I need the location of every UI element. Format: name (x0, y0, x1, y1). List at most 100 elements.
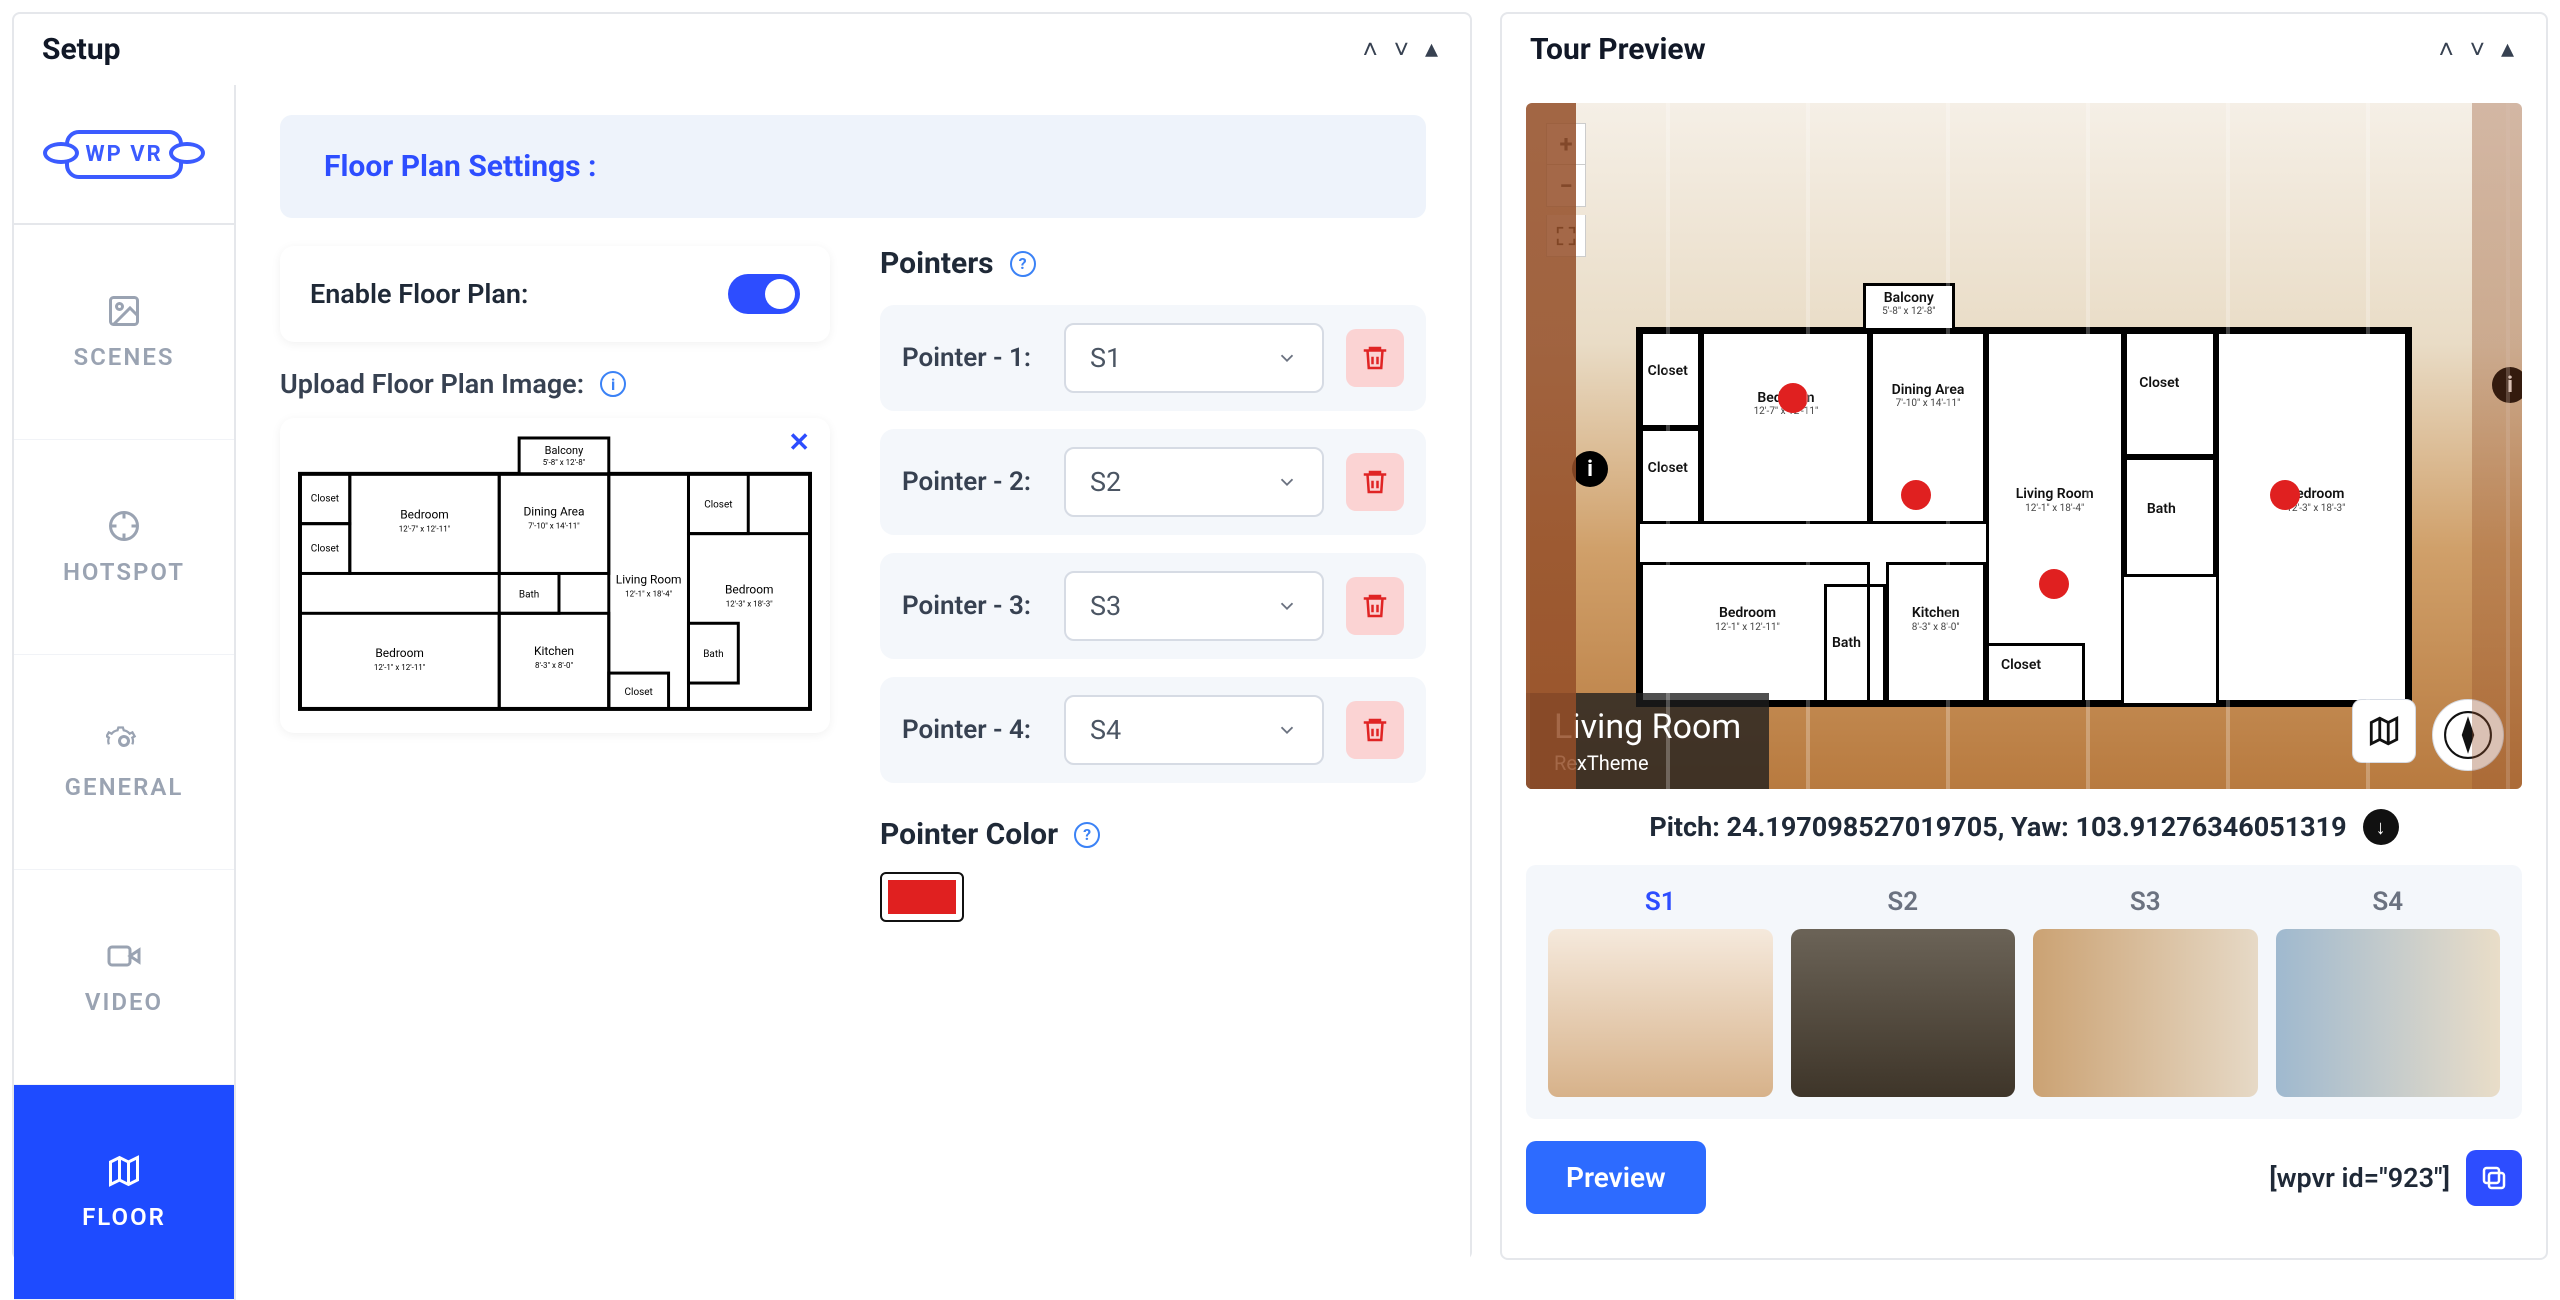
pointer-row: Pointer - 1: S1 (880, 305, 1426, 411)
triangle-up-icon[interactable]: ▴ (1421, 30, 1442, 69)
chevron-down-icon[interactable]: ˅ (1390, 30, 1413, 69)
pointer-select[interactable]: S4 (1064, 695, 1324, 765)
svg-text:Bedroom: Bedroom (400, 508, 449, 522)
svg-text:Living Room: Living Room (616, 572, 682, 586)
pointer-select[interactable]: S2 (1064, 447, 1324, 517)
map-icon (106, 1153, 142, 1189)
svg-text:Dining Area: Dining Area (523, 505, 584, 519)
pointer-select-value: S1 (1090, 342, 1121, 374)
copy-shortcode-button[interactable] (2466, 1150, 2522, 1206)
svg-text:8'-3" x 8'-0": 8'-3" x 8'-0" (535, 661, 573, 670)
pointer-color-swatch[interactable] (880, 872, 964, 922)
nav-video[interactable]: VIDEO (14, 870, 234, 1085)
chevron-up-icon[interactable]: ˄ (2435, 30, 2458, 69)
pointer-select-value: S2 (1090, 466, 1121, 498)
svg-text:12'-1" x 12'-11": 12'-1" x 12'-11" (374, 663, 426, 672)
tour-preview-panel: Tour Preview ˄ ˅ ▴ + − i i Balcony5'-8" … (1500, 12, 2548, 1260)
svg-text:Bedroom: Bedroom (725, 582, 774, 596)
svg-text:12'-3" x 18'-3": 12'-3" x 18'-3" (726, 599, 773, 608)
fullscreen-button[interactable] (1546, 215, 1586, 257)
delete-pointer-button[interactable] (1346, 329, 1404, 387)
scene-author: RexTheme (1554, 751, 1741, 775)
pointers-title: Pointers (880, 246, 994, 281)
svg-text:Closet: Closet (311, 494, 339, 505)
nav-floor[interactable]: FLOOR (14, 1085, 234, 1300)
zoom-in-button[interactable]: + (1546, 123, 1586, 165)
delete-pointer-button[interactable] (1346, 453, 1404, 511)
nav-hotspot[interactable]: HOTSPOT (14, 440, 234, 655)
nav-general-label: GENERAL (65, 773, 184, 801)
compass-icon[interactable] (2432, 699, 2504, 771)
enable-toggle[interactable] (728, 274, 800, 314)
nav-scenes[interactable]: SCENES (14, 225, 234, 440)
upload-label: Upload Floor Plan Image: (280, 368, 584, 400)
svg-text:Balcony: Balcony (545, 444, 584, 457)
pointer-label: Pointer - 2: (902, 466, 1042, 499)
preview-button[interactable]: Preview (1526, 1141, 1706, 1214)
scene-caption: Living Room RexTheme (1526, 693, 1769, 789)
scene-thumb[interactable]: S2 (1791, 887, 2016, 1097)
svg-text:Bath: Bath (519, 589, 539, 600)
floor-pointer[interactable] (1778, 383, 1808, 413)
panorama-viewer[interactable]: + − i i Balcony5'-8" x 12'-8" Closet Clo… (1526, 103, 2522, 789)
nav-general[interactable]: GENERAL (14, 655, 234, 870)
pointer-label: Pointer - 1: (902, 342, 1042, 375)
delete-pointer-button[interactable] (1346, 701, 1404, 759)
nav-video-label: VIDEO (85, 988, 163, 1016)
svg-text:Closet: Closet (704, 500, 732, 511)
triangle-up-icon[interactable]: ▴ (2497, 30, 2518, 69)
enable-card: Enable Floor Plan: (280, 246, 830, 342)
enable-label: Enable Floor Plan: (310, 278, 528, 310)
image-icon (106, 293, 142, 329)
info-icon[interactable]: ? (1074, 822, 1100, 848)
zoom-out-button[interactable]: − (1546, 165, 1586, 207)
scene-thumb[interactable]: S1 (1548, 887, 1773, 1097)
info-icon[interactable]: i (600, 371, 626, 397)
side-nav: WP VR SCENES HOTSPOT GENERAL VIDEO FLOOR (14, 85, 236, 1300)
gear-icon (106, 723, 142, 759)
pointer-select[interactable]: S3 (1064, 571, 1324, 641)
video-icon (106, 938, 142, 974)
logo-text: WP VR (65, 130, 182, 179)
map-toggle-button[interactable] (2352, 699, 2416, 763)
scene-title: Living Room (1554, 707, 1741, 747)
nav-floor-label: FLOOR (82, 1203, 166, 1231)
remove-image-icon[interactable]: ✕ (788, 428, 810, 458)
floor-pointer[interactable] (2270, 480, 2300, 510)
hotspot-info-icon[interactable]: i (2492, 367, 2522, 403)
chevron-down-icon (1276, 719, 1298, 741)
scene-thumb-label: S1 (1645, 887, 1676, 917)
floor-pointer[interactable] (2039, 569, 2069, 599)
scene-thumb[interactable]: S3 (2033, 887, 2258, 1097)
svg-text:12'-7" x 12'-11": 12'-7" x 12'-11" (399, 525, 451, 534)
chevron-down-icon (1276, 471, 1298, 493)
delete-pointer-button[interactable] (1346, 577, 1404, 635)
pointer-select[interactable]: S1 (1064, 323, 1324, 393)
scene-thumb-image (2033, 929, 2258, 1097)
svg-text:Closet: Closet (311, 544, 339, 555)
scene-thumbnails: S1 S2 S3 S4 (1526, 865, 2522, 1119)
arrow-down-icon[interactable]: ↓ (2363, 809, 2399, 845)
nav-hotspot-label: HOTSPOT (63, 558, 185, 586)
pointer-select-value: S4 (1090, 714, 1121, 746)
svg-text:Bedroom: Bedroom (375, 646, 424, 660)
preview-title: Tour Preview (1530, 32, 1706, 67)
floor-plan-overlay: Balcony5'-8" x 12'-8" Closet Closet Bedr… (1636, 327, 2412, 707)
chevron-up-icon[interactable]: ˄ (1359, 30, 1382, 69)
scene-thumb[interactable]: S4 (2276, 887, 2501, 1097)
svg-text:Kitchen: Kitchen (534, 644, 574, 658)
section-title: Floor Plan Settings : (280, 115, 1426, 218)
floor-pointer[interactable] (1901, 480, 1931, 510)
floor-settings-content: Floor Plan Settings : Enable Floor Plan:… (236, 85, 1470, 1300)
floor-plan-thumbnail: ✕ Balcony 5'-8" x 12'-8" Closet Closet B… (280, 418, 830, 733)
setup-title: Setup (42, 32, 121, 67)
pointer-row: Pointer - 2: S2 (880, 429, 1426, 535)
chevron-down-icon[interactable]: ˅ (2466, 30, 2489, 69)
nav-scenes-label: SCENES (73, 343, 174, 371)
pitch-yaw-readout: Pitch: 24.197098527019705, Yaw: 103.9127… (1526, 809, 2522, 845)
pointer-color-label: Pointer Color (880, 817, 1058, 852)
pointer-label: Pointer - 3: (902, 590, 1042, 623)
hotspot-info-icon[interactable]: i (1572, 451, 1608, 487)
info-icon[interactable]: ? (1010, 251, 1036, 277)
crosshair-icon (106, 508, 142, 544)
